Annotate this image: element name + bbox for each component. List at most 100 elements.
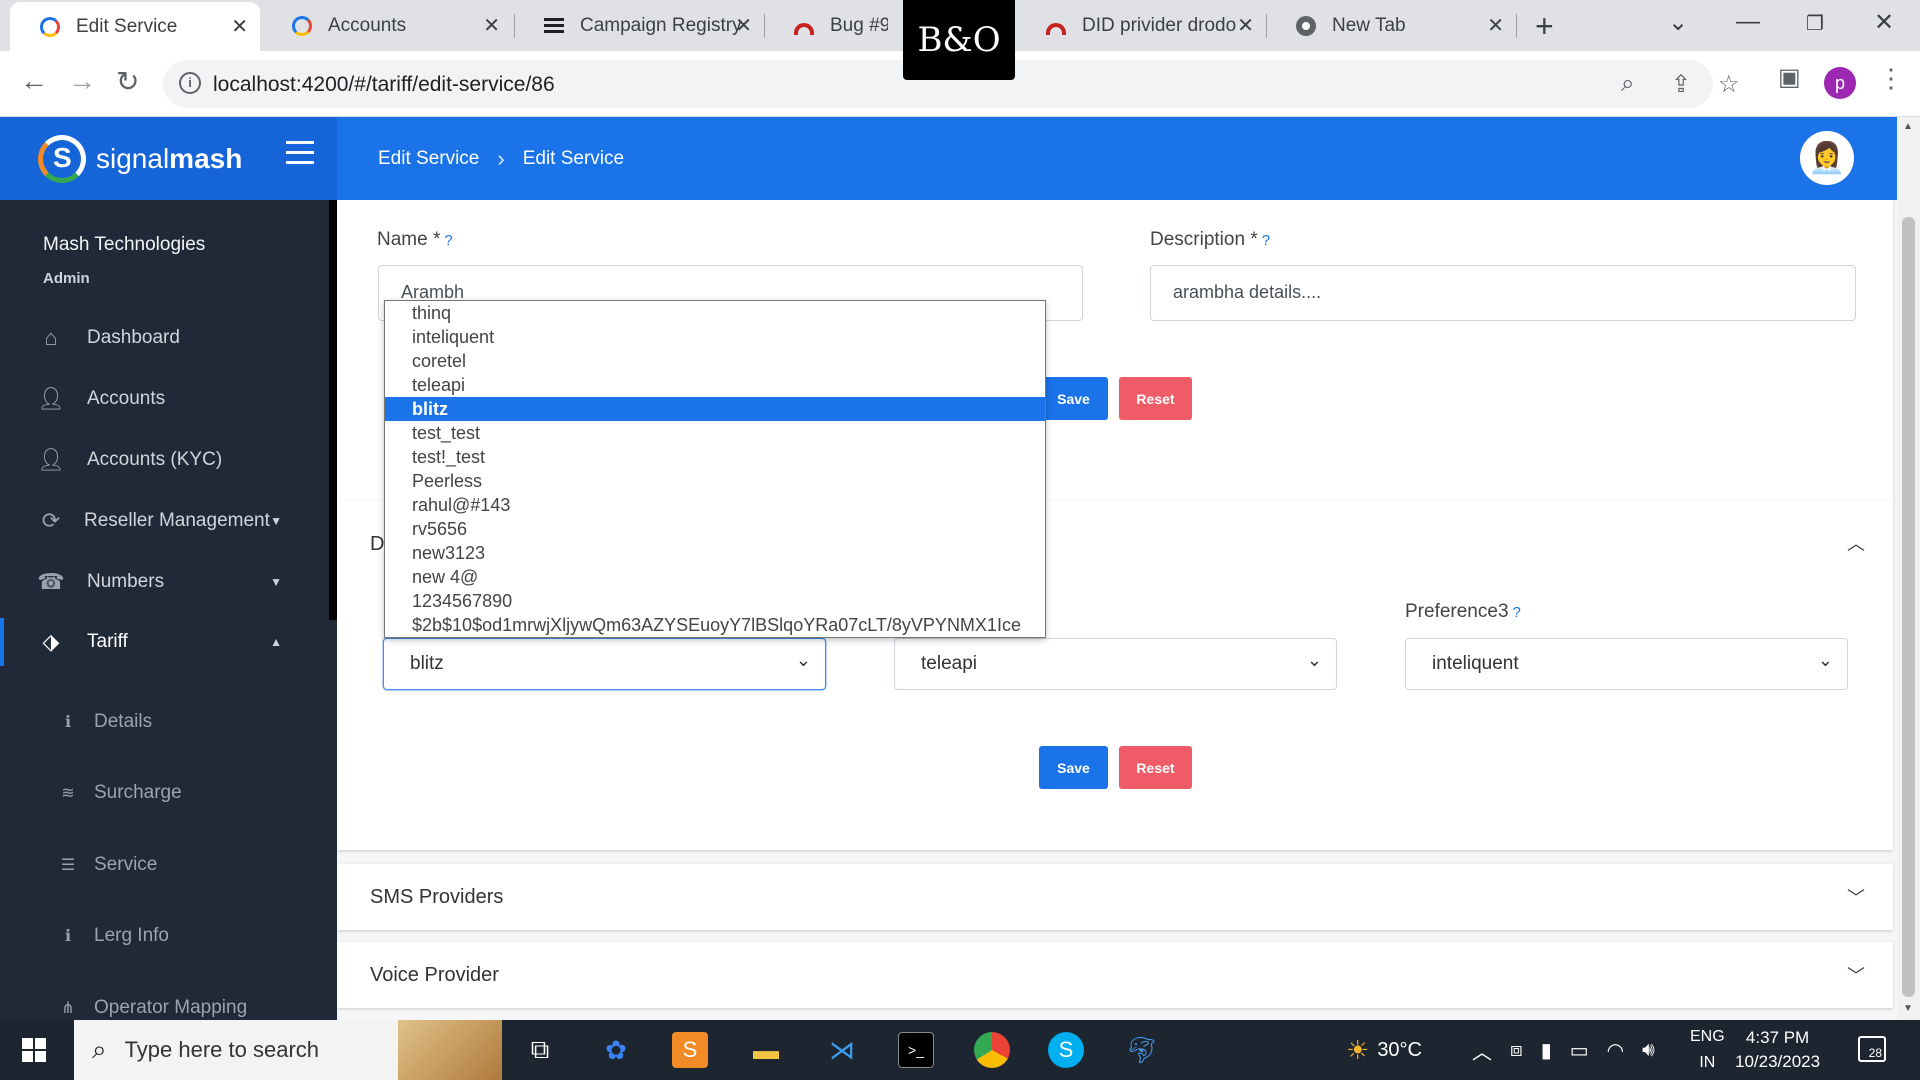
sidebar-subitem-service[interactable]: ☰ Service [0, 845, 330, 885]
weather-widget[interactable]: ☀ 30°C [1346, 1020, 1422, 1080]
restore-icon[interactable]: ❐ [1806, 11, 1824, 36]
dropdown-option[interactable]: coretel [385, 349, 1045, 373]
tab-did-provider[interactable]: DID privider drodo ✕ [1016, 0, 1266, 51]
sidebar-subitem-details[interactable]: ℹ Details [0, 702, 330, 742]
share-icon[interactable]: ⇪ [1671, 70, 1691, 99]
close-icon[interactable]: ✕ [231, 14, 248, 39]
terminal-icon[interactable]: >_ [898, 1032, 934, 1068]
dropdown-option[interactable]: rahul@#143 [385, 493, 1045, 517]
dropdown-option[interactable]: $2b$10$od1mrwjXljywQm63AZYSEuoyY7lBSlqoY… [385, 613, 1045, 637]
save-button[interactable]: Save [1039, 377, 1108, 420]
notification-center-icon[interactable]: 28 [1858, 1036, 1886, 1062]
close-icon[interactable]: ✕ [1487, 13, 1504, 38]
chevron-up-icon[interactable]: ︿ [1472, 1036, 1492, 1065]
breadcrumb-current: Edit Service [522, 147, 625, 169]
page-scrollbar[interactable]: ▲ ▼ [1897, 117, 1920, 1020]
dropdown-option[interactable]: inteliquent [385, 325, 1045, 349]
windows-start-icon[interactable] [22, 1038, 46, 1062]
brand-logo[interactable]: signalmash [0, 117, 337, 200]
system-clock[interactable]: 4:37 PM 10/23/2023 [1735, 1026, 1820, 1074]
close-icon[interactable]: ✕ [483, 13, 500, 38]
preference1-dropdown-list[interactable]: thinq inteliquent coretel teleapi blitz … [384, 300, 1046, 638]
voice-provider-accordion[interactable]: Voice Provider ﹀ [337, 942, 1893, 1008]
user-avatar[interactable]: 👩‍💼 [1800, 131, 1854, 185]
mysql-workbench-icon[interactable]: 🐬︎ [1124, 1032, 1160, 1068]
site-info-icon[interactable]: i [179, 72, 201, 94]
sidebar-item-numbers[interactable]: ☎ Numbers ▼ [0, 558, 330, 606]
sublime-text-icon[interactable]: S [672, 1032, 708, 1068]
dropdown-option[interactable]: new 4@ [385, 565, 1045, 589]
sidebar-subitem-lerg-info[interactable]: ℹ Lerg Info [0, 916, 330, 956]
language-label: ENG [1690, 1028, 1725, 1045]
preference2-select[interactable]: teleapi ⌄ [894, 638, 1337, 690]
dropdown-option[interactable]: teleapi [385, 373, 1045, 397]
scroll-down-arrow-icon[interactable]: ▼ [1903, 1003, 1913, 1014]
minimize-icon[interactable]: — [1736, 8, 1760, 36]
volume-icon[interactable]: 🔊︎ [1642, 1039, 1655, 1062]
forward-arrow-icon[interactable]: → [68, 65, 96, 97]
tab-label: Accounts [328, 14, 407, 36]
reset-button[interactable]: Reset [1119, 746, 1192, 789]
chevron-up-icon[interactable]: ︿ [1847, 530, 1865, 556]
profile-avatar[interactable]: p [1824, 67, 1856, 99]
file-explorer-icon[interactable]: ▬ [748, 1032, 784, 1068]
menu-kebab-icon[interactable]: ⋮ [1878, 63, 1904, 94]
new-tab-plus-icon[interactable]: + [1535, 8, 1554, 45]
sidebar-subitem-label: Operator Mapping [94, 997, 248, 1018]
sidebar-item-tariff[interactable]: ⬗ Tariff ▲ [0, 618, 330, 666]
vscode-icon[interactable]: ⋊ [824, 1032, 860, 1068]
reset-button[interactable]: Reset [1119, 377, 1192, 420]
skype-icon[interactable]: S [1048, 1032, 1084, 1068]
task-view-icon[interactable]: ⧉ [522, 1032, 558, 1068]
description-field[interactable]: arambha details.... [1150, 265, 1856, 321]
close-icon[interactable]: ✕ [1237, 13, 1254, 38]
dropdown-option[interactable]: test!_test [385, 445, 1045, 469]
sidebar-item-accounts[interactable]: 👤︎ Accounts [0, 375, 330, 423]
zoom-icon[interactable]: ⌕ [1621, 70, 1634, 98]
preference3-select[interactable]: inteliquent ⌄ [1405, 638, 1848, 690]
preference1-select[interactable]: blitz ⌄ [383, 638, 826, 690]
chrome-app-icon[interactable] [974, 1032, 1010, 1068]
dropdown-option[interactable]: thinq [385, 301, 1045, 325]
tab-bug[interactable]: Bug #9640 [764, 0, 904, 51]
wifi-icon[interactable]: ◠ [1607, 1038, 1624, 1063]
close-icon[interactable]: ✕ [735, 13, 752, 38]
sidebar-item-dashboard[interactable]: ⌂ Dashboard [0, 314, 330, 362]
scroll-up-arrow-icon[interactable]: ▲ [1903, 121, 1913, 132]
dropdown-option[interactable]: 1234567890 [385, 589, 1045, 613]
breadcrumb-item[interactable]: Edit Service [378, 148, 479, 170]
sidebar-subitem-surcharge[interactable]: ≋ Surcharge [0, 773, 330, 813]
hamburger-menu-icon[interactable] [286, 141, 314, 164]
reload-icon[interactable]: ↻ [116, 65, 139, 98]
back-arrow-icon[interactable]: ← [20, 65, 48, 97]
help-icon[interactable]: ? [1513, 604, 1521, 621]
save-button[interactable]: Save [1039, 746, 1108, 789]
tab-edit-service[interactable]: Edit Service ✕ [10, 2, 260, 51]
section-title[interactable]: D [370, 533, 384, 556]
help-icon[interactable]: ? [444, 232, 452, 249]
tab-accounts[interactable]: Accounts ✕ [262, 0, 512, 51]
tab-search-chevron-icon[interactable]: ⌄ [1668, 8, 1688, 37]
battery-icon[interactable]: ▭ [1570, 1038, 1589, 1063]
scrollbar-thumb[interactable] [1902, 217, 1915, 997]
sidebar-item-reseller-management[interactable]: ⟳ Reseller Management ▼ [0, 497, 330, 545]
help-icon[interactable]: ? [1262, 232, 1270, 249]
app-cloud-icon[interactable]: ✿ [598, 1032, 634, 1068]
dropdown-option[interactable]: rv5656 [385, 517, 1045, 541]
side-panel-icon[interactable]: ▣ [1778, 63, 1801, 92]
sms-providers-accordion[interactable]: SMS Providers ﹀ [337, 864, 1893, 930]
language-indicator[interactable]: ENG IN [1690, 1020, 1725, 1080]
dropdown-option[interactable]: Peerless [385, 469, 1045, 493]
taskbar-search[interactable]: ⌕ Type here to search [74, 1020, 502, 1080]
url-text[interactable]: localhost:4200/#/tariff/edit-service/86 [213, 73, 555, 97]
dropdown-option[interactable]: new3123 [385, 541, 1045, 565]
meet-now-icon[interactable]: ⧈ [1510, 1039, 1523, 1062]
bookmark-star-icon[interactable]: ☆ [1718, 70, 1740, 99]
window-close-icon[interactable]: ✕ [1874, 8, 1894, 37]
dropdown-option[interactable]: test_test [385, 421, 1045, 445]
sidebar-item-accounts-kyc[interactable]: 👤︎ Accounts (KYC) [0, 436, 330, 484]
dropdown-option-selected[interactable]: blitz [385, 397, 1045, 421]
tab-new-tab[interactable]: New Tab ✕ [1266, 0, 1516, 51]
tab-campaign-registry[interactable]: Campaign Registry ✕ [514, 0, 764, 51]
usb-device-icon[interactable]: ▮ [1541, 1038, 1552, 1063]
